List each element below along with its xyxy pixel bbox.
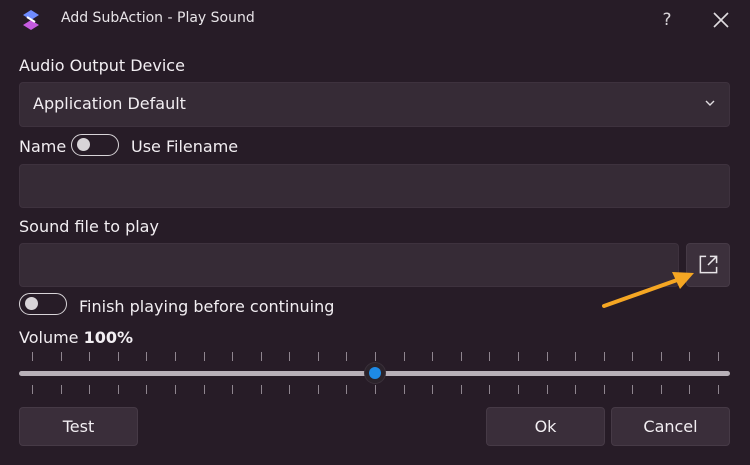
volume-tick bbox=[175, 352, 176, 361]
volume-tick bbox=[118, 385, 119, 394]
volume-tick bbox=[518, 352, 519, 361]
browse-file-button[interactable] bbox=[686, 243, 730, 287]
volume-tick bbox=[604, 352, 605, 361]
ok-button[interactable]: Ok bbox=[486, 407, 605, 446]
toggle-knob bbox=[77, 138, 90, 151]
finish-playing-label: Finish playing before continuing bbox=[79, 297, 335, 316]
volume-tick bbox=[575, 385, 576, 394]
chevron-down-icon bbox=[705, 100, 715, 106]
title-bar: Add SubAction - Play Sound ? bbox=[0, 0, 750, 40]
volume-tick bbox=[89, 352, 90, 361]
volume-tick bbox=[318, 352, 319, 361]
volume-tick bbox=[404, 385, 405, 394]
toggle-knob bbox=[25, 297, 38, 310]
volume-tick bbox=[604, 385, 605, 394]
volume-tick bbox=[118, 352, 119, 361]
volume-tick bbox=[661, 352, 662, 361]
volume-tick bbox=[61, 385, 62, 394]
volume-tick bbox=[289, 385, 290, 394]
volume-tick bbox=[575, 352, 576, 361]
audio-output-label: Audio Output Device bbox=[19, 56, 185, 75]
volume-tick bbox=[718, 352, 719, 361]
sound-file-input[interactable] bbox=[19, 243, 679, 287]
volume-tick bbox=[718, 385, 719, 394]
volume-tick bbox=[547, 352, 548, 361]
volume-tick bbox=[146, 352, 147, 361]
volume-tick bbox=[204, 352, 205, 361]
volume-tick bbox=[518, 385, 519, 394]
volume-tick bbox=[204, 385, 205, 394]
volume-tick bbox=[89, 385, 90, 394]
use-filename-label: Use Filename bbox=[131, 137, 239, 156]
volume-label: Volume 100% bbox=[19, 328, 133, 347]
cancel-button[interactable]: Cancel bbox=[611, 407, 730, 446]
volume-tick bbox=[32, 385, 33, 394]
volume-tick bbox=[689, 352, 690, 361]
volume-tick bbox=[32, 352, 33, 361]
volume-tick bbox=[175, 385, 176, 394]
volume-tick bbox=[346, 352, 347, 361]
volume-tick bbox=[232, 352, 233, 361]
app-logo-icon bbox=[23, 10, 39, 30]
volume-tick bbox=[404, 352, 405, 361]
volume-tick bbox=[632, 352, 633, 361]
volume-tick bbox=[547, 385, 548, 394]
open-external-icon bbox=[699, 255, 718, 274]
volume-label-text: Volume bbox=[19, 328, 79, 347]
volume-tick bbox=[489, 385, 490, 394]
volume-tick bbox=[318, 385, 319, 394]
volume-tick bbox=[261, 385, 262, 394]
volume-tick bbox=[632, 385, 633, 394]
volume-tick bbox=[461, 385, 462, 394]
name-label: Name bbox=[19, 137, 67, 156]
volume-value: 100% bbox=[83, 328, 134, 347]
volume-tick bbox=[61, 352, 62, 361]
volume-tick bbox=[689, 385, 690, 394]
volume-tick bbox=[346, 385, 347, 394]
volume-tick bbox=[232, 385, 233, 394]
sound-file-label: Sound file to play bbox=[19, 217, 159, 236]
volume-tick bbox=[375, 385, 376, 394]
test-button[interactable]: Test bbox=[19, 407, 138, 446]
volume-tick bbox=[432, 385, 433, 394]
finish-playing-toggle[interactable] bbox=[19, 293, 67, 315]
volume-tick bbox=[489, 352, 490, 361]
volume-tick bbox=[261, 352, 262, 361]
volume-tick bbox=[289, 352, 290, 361]
audio-output-select[interactable]: Application Default bbox=[19, 82, 730, 127]
volume-tick bbox=[146, 385, 147, 394]
volume-tick bbox=[661, 385, 662, 394]
close-icon[interactable] bbox=[707, 6, 735, 34]
name-input[interactable] bbox=[19, 164, 730, 208]
window-title: Add SubAction - Play Sound bbox=[61, 10, 255, 26]
use-filename-toggle[interactable] bbox=[71, 134, 119, 156]
volume-slider-thumb[interactable] bbox=[365, 363, 385, 383]
volume-tick bbox=[432, 352, 433, 361]
volume-tick bbox=[375, 352, 376, 361]
help-button[interactable]: ? bbox=[655, 6, 679, 34]
volume-tick bbox=[461, 352, 462, 361]
audio-output-value: Application Default bbox=[33, 94, 186, 113]
